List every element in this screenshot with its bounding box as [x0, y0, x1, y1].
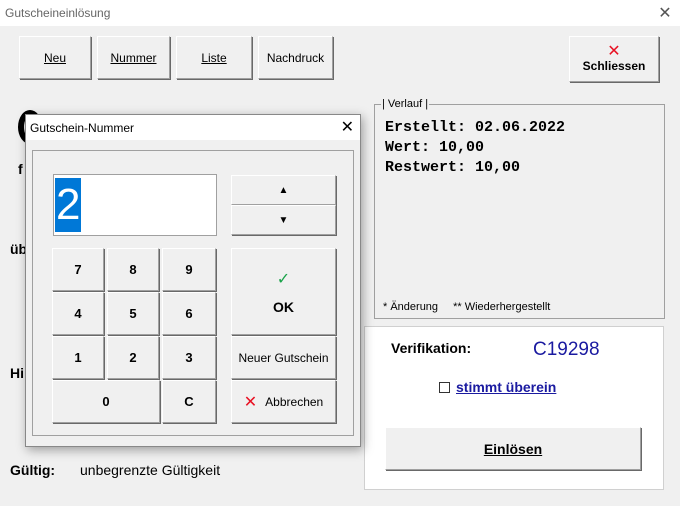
key-4-label: 4	[74, 306, 82, 321]
new-voucher-button-label: Neuer Gutschein	[238, 350, 329, 365]
increment-button[interactable]: ▲	[231, 175, 336, 205]
key-8[interactable]: 8	[107, 248, 159, 291]
voucher-number-dialog: Gutschein-Nummer ✕ 2 7 8 9 4 5 6 1 2 3 0…	[25, 114, 361, 447]
clear-button-label: C	[184, 394, 194, 409]
key-2[interactable]: 2	[107, 336, 159, 379]
checkmark-icon: ✓	[276, 270, 291, 288]
new-button-label: Neu	[43, 50, 66, 65]
down-arrow-icon: ▼	[278, 214, 289, 226]
list-button[interactable]: Liste	[176, 36, 252, 79]
hidden-label-fragment-f: f	[18, 161, 23, 177]
history-legend-text: Verlauf	[387, 98, 423, 110]
verification-code: C19298	[533, 339, 600, 360]
display-value: 2	[55, 178, 82, 232]
key-2-label: 2	[129, 350, 137, 365]
key-6-label: 6	[185, 306, 193, 321]
key-9-label: 9	[185, 262, 193, 277]
key-0[interactable]: 0	[52, 380, 160, 423]
key-5[interactable]: 5	[107, 292, 159, 335]
validity-label: Gültig:	[10, 462, 56, 478]
key-4[interactable]: 4	[52, 292, 104, 335]
footnote-restored: ** Wiederhergestellt	[453, 301, 551, 313]
footnote-change: * Änderung	[383, 301, 439, 313]
list-button-label: Liste	[201, 50, 227, 65]
key-6[interactable]: 6	[162, 292, 216, 335]
close-window-icon[interactable]: ✕	[650, 0, 680, 26]
redeem-button-label: Einlösen	[483, 440, 543, 457]
cancel-x-icon: ✕	[243, 393, 258, 411]
key-1-label: 1	[74, 350, 82, 365]
up-arrow-icon: ▲	[278, 184, 289, 196]
dialog-close-icon[interactable]: ✕	[341, 117, 354, 137]
history-legend: | Verlauf |	[381, 98, 430, 110]
hidden-label-fragment-hi: Hi	[10, 365, 24, 381]
window-title: Gutscheineinlösung	[5, 6, 111, 20]
matches-checkbox[interactable]: stimmt überein	[439, 379, 556, 395]
new-button[interactable]: Neu	[19, 36, 91, 79]
checkbox-box[interactable]	[439, 381, 450, 393]
ok-button-label: OK	[273, 298, 294, 315]
dialog-titlebar: Gutschein-Nummer ✕	[26, 115, 360, 140]
key-1[interactable]: 1	[52, 336, 104, 379]
number-button[interactable]: Nummer	[97, 36, 170, 79]
validity-value: unbegrenzte Gültigkeit	[80, 462, 221, 478]
verification-panel: Verifikation: C19298 stimmt überein Einl…	[364, 326, 664, 490]
key-3[interactable]: 3	[162, 336, 216, 379]
new-voucher-button[interactable]: Neuer Gutschein	[231, 336, 336, 379]
key-9[interactable]: 9	[162, 248, 216, 291]
decrement-button[interactable]: ▼	[231, 205, 336, 235]
reprint-button[interactable]: Nachdruck	[258, 36, 333, 79]
close-button[interactable]: ✕ Schliessen	[569, 36, 659, 82]
redeem-button[interactable]: Einlösen	[385, 427, 641, 470]
key-7-label: 7	[74, 262, 82, 277]
matches-checkbox-label: stimmt überein	[456, 379, 557, 395]
verification-label: Verifikation:	[391, 340, 472, 356]
window-titlebar: Gutscheineinlösung ✕	[0, 0, 680, 26]
history-box: | Verlauf | Erstellt: 02.06.2022 Wert: 1…	[374, 98, 665, 319]
reprint-button-label: Nachdruck	[266, 50, 325, 65]
key-8-label: 8	[129, 262, 137, 277]
cancel-button[interactable]: ✕ Abbrechen	[231, 380, 336, 423]
key-3-label: 3	[185, 350, 193, 365]
dialog-title: Gutschein-Nummer	[30, 121, 135, 135]
number-button-label: Nummer	[110, 50, 157, 65]
cancel-button-label: Abbrechen	[265, 394, 324, 409]
close-x-icon: ✕	[607, 43, 621, 60]
history-text: Erstellt: 02.06.2022 Wert: 10,00 Restwer…	[385, 119, 566, 176]
ok-button[interactable]: ✓ OK	[231, 248, 336, 335]
key-7[interactable]: 7	[52, 248, 104, 291]
history-footnotes: * Änderung ** Wiederhergestellt	[383, 301, 562, 313]
number-display[interactable]: 2	[53, 174, 217, 236]
clear-button[interactable]: C	[162, 380, 216, 423]
key-5-label: 5	[129, 306, 137, 321]
close-button-label: Schliessen	[582, 59, 646, 73]
key-0-label: 0	[102, 394, 110, 409]
